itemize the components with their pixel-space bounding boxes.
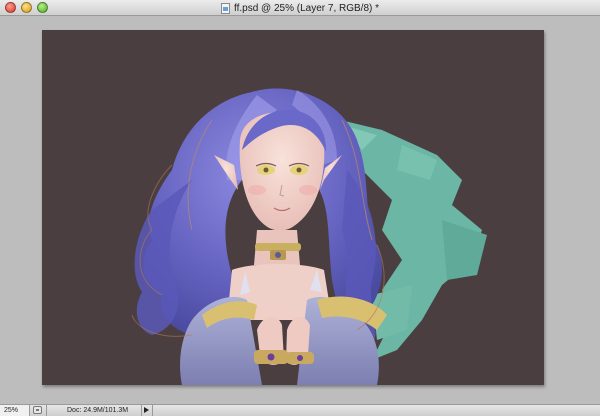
psd-document-icon [220, 2, 230, 14]
zoom-window-icon[interactable] [37, 2, 48, 13]
title-bar[interactable]: ff.psd @ 25% (Layer 7, RGB/8) * [0, 0, 600, 16]
canvas-area[interactable] [0, 16, 600, 404]
document-size-info: Doc: 24.9M/101.3M [46, 405, 142, 416]
zoom-level-field[interactable]: 25% [0, 405, 30, 416]
status-bar-icon[interactable] [33, 406, 42, 414]
window-title-wrap: ff.psd @ 25% (Layer 7, RGB/8) * [0, 0, 600, 16]
hands [254, 316, 314, 365]
status-bar-empty-area [152, 405, 600, 416]
artwork-illustration [131, 88, 487, 385]
photoshop-document-window: ff.psd @ 25% (Layer 7, RGB/8) * 25% Doc:… [0, 0, 600, 416]
artboard[interactable] [42, 30, 544, 385]
status-bar: 25% Doc: 24.9M/101.3M [0, 404, 600, 416]
close-window-icon[interactable] [5, 2, 16, 13]
triangle-right-icon[interactable] [144, 407, 149, 413]
minimize-window-icon[interactable] [21, 2, 32, 13]
window-title: ff.psd @ 25% (Layer 7, RGB/8) * [233, 2, 380, 14]
